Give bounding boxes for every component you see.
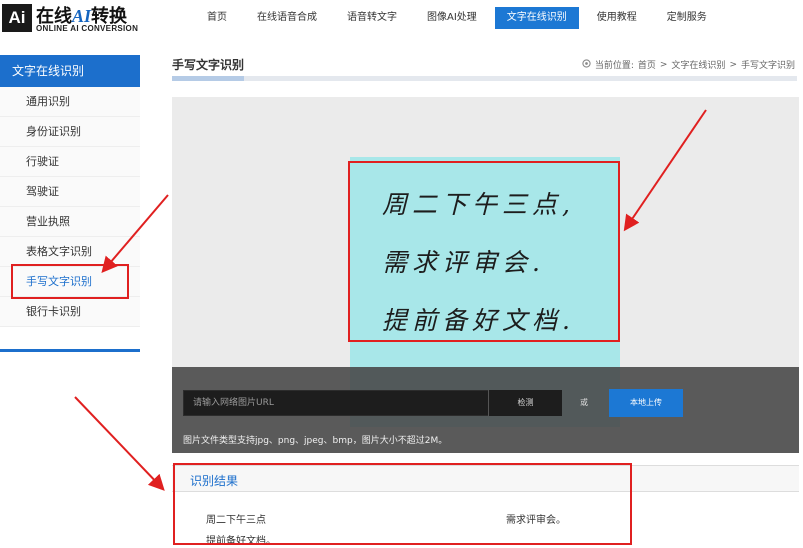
- breadcrumb-prefix: 当前位置:: [594, 61, 634, 71]
- sidebar-bottom-bar: [0, 349, 140, 352]
- handwritten-line-3: 提前备好文档.: [382, 306, 575, 335]
- title-underline: [172, 76, 797, 81]
- breadcrumb-ocr[interactable]: 文字在线识别: [671, 58, 725, 71]
- sidebar-title: 文字在线识别: [0, 55, 140, 87]
- location-icon: [582, 58, 591, 71]
- image-url-input[interactable]: [183, 390, 489, 416]
- nav-home[interactable]: 首页: [195, 7, 239, 29]
- logo-subtitle: ONLINE AI CONVERSION: [36, 24, 139, 33]
- sidebar-item-handwriting[interactable]: 手写文字识别: [0, 267, 140, 297]
- result-line-2: 需求评审会。: [506, 515, 566, 526]
- result-title: 识别结果: [190, 474, 239, 488]
- arrow-to-result: [74, 396, 165, 491]
- nav-image-ai[interactable]: 图像AI处理: [415, 7, 489, 29]
- sidebar: 文字在线识别 通用识别 身份证识别 行驶证 驾驶证 营业执照 表格文字识别 手写…: [0, 55, 140, 353]
- nav-ocr[interactable]: 文字在线识别: [494, 7, 579, 29]
- sidebar-item-bank-card[interactable]: 银行卡识别: [0, 297, 140, 327]
- handwritten-line-1: 周二下午三点,: [382, 190, 575, 219]
- image-viewer: 周二下午三点, 需求评审会. 提前备好文档. 检测 或 本地上传 图片文件类型支…: [172, 97, 799, 453]
- breadcrumb: 当前位置: 首页 > 文字在线识别 > 手写文字识别: [582, 58, 795, 71]
- sidebar-item-id-card[interactable]: 身份证识别: [0, 117, 140, 147]
- nav-speech-to-text[interactable]: 语音转文字: [335, 7, 409, 29]
- sidebar-item-business-license[interactable]: 营业执照: [0, 207, 140, 237]
- nav-tts[interactable]: 在线语音合成: [245, 7, 329, 29]
- sidebar-item-general[interactable]: 通用识别: [0, 87, 140, 117]
- logo[interactable]: Ai 在线AI转换 ONLINE AI CONVERSION: [0, 0, 150, 38]
- page-title: 手写文字识别: [172, 58, 245, 72]
- or-label: 或: [580, 398, 588, 407]
- logo-mark: Ai: [2, 4, 32, 32]
- breadcrumb-home[interactable]: 首页: [638, 58, 656, 71]
- sidebar-item-vehicle-license[interactable]: 行驶证: [0, 147, 140, 177]
- upload-hint: 图片文件类型支持jpg、png、jpeg、bmp，图片大小不超过2M。: [183, 436, 448, 446]
- logo-title-ai: AI: [72, 6, 92, 26]
- detect-button[interactable]: 检测: [488, 390, 562, 416]
- breadcrumb-separator: >: [659, 59, 668, 70]
- result-line-3: 提前备好文档。: [206, 536, 276, 547]
- breadcrumb-separator: >: [729, 59, 737, 70]
- breadcrumb-current: 手写文字识别: [740, 61, 795, 71]
- sidebar-item-driver-license[interactable]: 驾驶证: [0, 177, 140, 207]
- nav-custom-service[interactable]: 定制服务: [655, 7, 719, 29]
- result-header: 识别结果: [172, 465, 799, 492]
- title-underline-accent: [172, 76, 244, 81]
- result-line-1: 周二下午三点: [206, 515, 266, 526]
- main-nav: 首页 在线语音合成 语音转文字 图像AI处理 文字在线识别 使用教程 定制服务: [195, 7, 725, 29]
- upload-bar: 检测 或 本地上传 图片文件类型支持jpg、png、jpeg、bmp，图片大小不…: [172, 367, 799, 453]
- header: Ai 在线AI转换 ONLINE AI CONVERSION 首页 在线语音合成…: [0, 0, 803, 38]
- nav-tutorial[interactable]: 使用教程: [585, 7, 649, 29]
- sidebar-item-table[interactable]: 表格文字识别: [0, 237, 140, 267]
- local-upload-button[interactable]: 本地上传: [609, 389, 683, 417]
- page: Ai 在线AI转换 ONLINE AI CONVERSION 首页 在线语音合成…: [0, 0, 803, 548]
- handwritten-line-2: 需求评审会.: [382, 248, 545, 277]
